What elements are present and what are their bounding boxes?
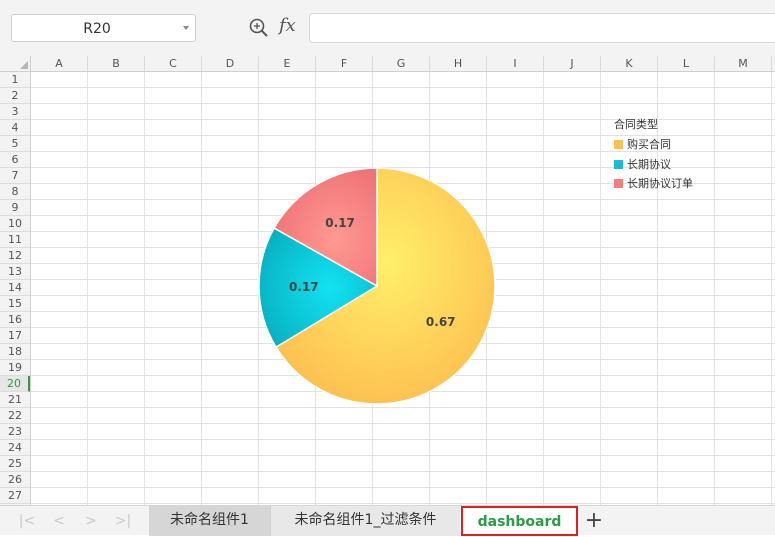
row-header-4[interactable]: 4 [0, 120, 30, 136]
legend-item-long-term-agreement-order[interactable]: 长期协议订单 [614, 175, 693, 195]
column-header-e[interactable]: E [259, 56, 316, 71]
row-header-19[interactable]: 19 [0, 360, 30, 376]
column-header-d[interactable]: D [202, 56, 259, 71]
last-sheet-icon[interactable]: >| [113, 511, 133, 531]
legend-swatch [614, 159, 623, 169]
column-header-i[interactable]: I [487, 56, 544, 71]
chevron-down-icon[interactable] [183, 26, 189, 30]
formula-input[interactable] [309, 13, 775, 43]
next-sheet-icon[interactable]: > [81, 511, 101, 531]
column-headers: ABCDEFGHIJKLM [31, 56, 775, 72]
tab-sheet-2[interactable]: 未命名组件1_过滤条件 [270, 506, 460, 536]
fx-icon[interactable]: fx [279, 15, 296, 36]
legend-swatch [614, 140, 623, 149]
select-all-corner[interactable] [0, 56, 31, 72]
row-header-2[interactable]: 2 [0, 88, 30, 104]
first-sheet-icon[interactable]: |< [17, 511, 37, 531]
pie-data-label: 0.17 [325, 216, 355, 230]
row-headers: 1 2 3 4 5 6 7 8 9 10 11 12 13 14 15 16 17 18 19 20 21 22 23 24 2… [0, 72, 31, 505]
row-header-21[interactable]: 21 [0, 392, 30, 408]
pie-data-label: 0.17 [289, 280, 319, 294]
legend-swatch [614, 179, 623, 188]
name-box-value: R20 [83, 21, 111, 37]
column-header-b[interactable]: B [88, 56, 145, 71]
legend-item-long-term-agreement[interactable]: 长期协议 [614, 156, 693, 176]
row-header-25[interactable]: 25 [0, 456, 30, 472]
row-header-8[interactable]: 8 [0, 184, 30, 200]
formula-bar: R20 fx [0, 0, 775, 57]
prev-sheet-icon[interactable]: < [49, 511, 69, 531]
row-header-26[interactable]: 26 [0, 472, 30, 488]
column-header-j[interactable]: J [544, 56, 601, 71]
row-header-17[interactable]: 17 [0, 328, 30, 344]
name-box[interactable]: R20 [11, 14, 196, 42]
pie-data-label: 0.67 [426, 315, 456, 329]
zoom-icon[interactable] [248, 17, 270, 39]
row-header-22[interactable]: 22 [0, 408, 30, 424]
chart-legend: 合同类型 购买合同 长期协议 长期协议订单 [614, 118, 693, 195]
pie-chart[interactable]: 0.67 0.17 0.17 [252, 150, 512, 415]
tab-sheet-1[interactable]: 未命名组件1 [149, 506, 270, 536]
legend-title: 合同类型 [614, 118, 658, 131]
row-header-6[interactable]: 6 [0, 152, 30, 168]
row-header-23[interactable]: 23 [0, 424, 30, 440]
row-header-13[interactable]: 13 [0, 264, 30, 280]
row-header-1[interactable]: 1 [0, 72, 30, 88]
row-header-5[interactable]: 5 [0, 136, 30, 152]
column-header-a[interactable]: A [31, 56, 88, 71]
row-header-3[interactable]: 3 [0, 104, 30, 120]
row-header-24[interactable]: 24 [0, 440, 30, 456]
column-header-f[interactable]: F [316, 56, 373, 71]
row-header-15[interactable]: 15 [0, 296, 30, 312]
row-header-10[interactable]: 10 [0, 216, 30, 232]
row-header-18[interactable]: 18 [0, 344, 30, 360]
column-header-l[interactable]: L [658, 56, 715, 71]
column-header-h[interactable]: H [430, 56, 487, 71]
tab-dashboard[interactable]: dashboard [461, 506, 578, 536]
row-header-12[interactable]: 12 [0, 248, 30, 264]
row-header-7[interactable]: 7 [0, 168, 30, 184]
corner-triangle-icon [20, 61, 28, 69]
legend-item-purchase-contract[interactable]: 购买合同 [614, 136, 693, 156]
row-header-16[interactable]: 16 [0, 312, 30, 328]
legend-label: 长期协议 [627, 157, 671, 171]
column-header-g[interactable]: G [373, 56, 430, 71]
row-header-14[interactable]: 14 [0, 280, 30, 296]
row-header-9[interactable]: 9 [0, 200, 30, 216]
sheet-tab-bar: |< < > >| 未命名组件1 未命名组件1_过滤条件 dashboard + [0, 505, 775, 536]
column-header-c[interactable]: C [145, 56, 202, 71]
legend-label: 购买合同 [627, 138, 671, 151]
row-header-20[interactable]: 20 [0, 376, 30, 392]
legend-label: 长期协议订单 [627, 177, 693, 190]
add-sheet-icon[interactable]: + [584, 508, 604, 534]
row-header-11[interactable]: 11 [0, 232, 30, 248]
column-header-k[interactable]: K [601, 56, 658, 71]
row-header-27[interactable]: 27 [0, 488, 30, 504]
column-header-m[interactable]: M [715, 56, 772, 71]
